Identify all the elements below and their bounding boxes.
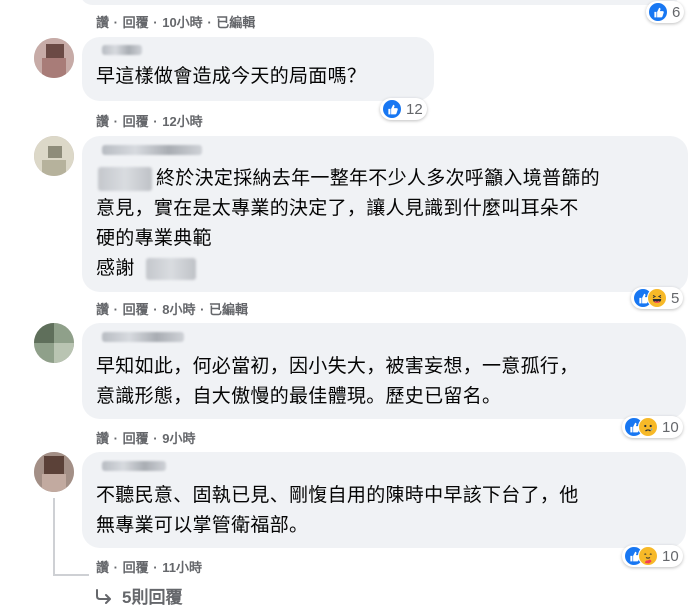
timestamp[interactable]: 10小時 bbox=[162, 15, 202, 30]
comment-text: 不聽民意、固執已見、剛愎自用的陳時中早該下台了，他 bbox=[96, 485, 579, 506]
avatar[interactable] bbox=[34, 136, 74, 176]
comment-text: 感謝 bbox=[96, 258, 135, 279]
comment-bubble-partial bbox=[80, 0, 680, 5]
reaction-summary[interactable]: 12 bbox=[380, 98, 427, 120]
comment-bubble: 不聽民意、固執已見、剛愎自用的陳時中早該下台了，他 無專業可以掌管衛福部。 bbox=[82, 452, 686, 548]
separator-dot: · bbox=[207, 15, 212, 30]
reaction-count: 5 bbox=[671, 289, 680, 307]
avatar[interactable] bbox=[34, 38, 74, 78]
timestamp[interactable]: 11小時 bbox=[162, 560, 202, 575]
reaction-summary[interactable]: 10 bbox=[622, 416, 683, 438]
comment-meta: 讚 · 回覆 · 12小時 bbox=[96, 111, 203, 130]
reply-action[interactable]: 回覆 bbox=[123, 431, 149, 446]
reply-action[interactable]: 回覆 bbox=[123, 15, 149, 30]
like-icon bbox=[382, 99, 402, 119]
like-action[interactable]: 讚 bbox=[96, 560, 109, 575]
timestamp[interactable]: 12小時 bbox=[162, 114, 202, 129]
separator-dot: · bbox=[200, 302, 205, 317]
comment-meta: 讚 · 回覆 · 10小時 · 已編輯 bbox=[96, 12, 255, 31]
comment-bubble: 早這樣做會造成今天的局面嗎？ bbox=[82, 37, 434, 101]
comment-meta: 讚 · 回覆 · 11小時 bbox=[96, 557, 202, 576]
comment-text: 意見，實在是太專業的決定了，讓人見識到什麼叫耳朵不 bbox=[96, 198, 579, 219]
replies-label: 5則回覆 bbox=[122, 588, 183, 607]
author-name[interactable] bbox=[102, 461, 166, 471]
author-name[interactable] bbox=[102, 45, 142, 55]
author-name[interactable] bbox=[102, 332, 184, 342]
separator-dot: · bbox=[113, 114, 118, 129]
comment-meta: 讚 · 回覆 · 8小時 · 已編輯 bbox=[96, 299, 248, 318]
edited-label[interactable]: 已編輯 bbox=[209, 302, 248, 317]
separator-dot: · bbox=[113, 431, 118, 446]
like-action[interactable]: 讚 bbox=[96, 302, 109, 317]
reaction-count: 10 bbox=[662, 418, 679, 436]
comment-text: 早知如此，何必當初，因小失大，被害妄想，一意孤行， bbox=[96, 356, 579, 377]
separator-dot: · bbox=[113, 302, 118, 317]
comment-text: 終於決定採納去年一整年不少人多次呼籲入境普篩的 bbox=[156, 168, 600, 189]
like-action[interactable]: 讚 bbox=[96, 114, 109, 129]
separator-dot: · bbox=[153, 431, 158, 446]
separator-dot: · bbox=[153, 114, 158, 129]
redacted-mention bbox=[98, 167, 152, 191]
separator-dot: · bbox=[113, 560, 118, 575]
edited-label[interactable]: 已編輯 bbox=[216, 15, 255, 30]
reply-action[interactable]: 回覆 bbox=[123, 114, 149, 129]
separator-dot: · bbox=[153, 560, 158, 575]
view-replies-link[interactable]: 5則回覆 bbox=[94, 583, 182, 608]
reaction-summary[interactable]: 10 bbox=[622, 545, 683, 567]
reaction-summary[interactable]: 5 bbox=[631, 287, 684, 309]
redacted-mention bbox=[146, 258, 196, 280]
reply-action[interactable]: 回覆 bbox=[123, 560, 149, 575]
separator-dot: · bbox=[153, 302, 158, 317]
reaction-count: 10 bbox=[662, 547, 679, 565]
avatar[interactable] bbox=[34, 323, 74, 363]
avatar[interactable] bbox=[34, 452, 74, 492]
reaction-count: 12 bbox=[406, 100, 423, 118]
author-name[interactable] bbox=[102, 145, 202, 155]
like-icon bbox=[648, 2, 668, 22]
comment-text: 硬的專業典範 bbox=[96, 228, 212, 249]
comment-text: 無專業可以掌管衛福部。 bbox=[96, 515, 309, 536]
separator-dot: · bbox=[113, 15, 118, 30]
comment-text: 意識形態，自大傲慢的最佳體現。歷史已留名。 bbox=[96, 386, 502, 407]
thread-line bbox=[53, 498, 55, 576]
like-action[interactable]: 讚 bbox=[96, 431, 109, 446]
haha-icon bbox=[647, 288, 667, 308]
comment-bubble: 終於決定採納去年一整年不少人多次呼籲入境普篩的 意見，實在是太專業的決定了，讓人… bbox=[82, 136, 688, 292]
thread-line-branch bbox=[53, 574, 89, 576]
reply-action[interactable]: 回覆 bbox=[123, 302, 149, 317]
reaction-summary[interactable]: 6 bbox=[646, 1, 685, 23]
sad-icon bbox=[638, 417, 658, 437]
comment-text: 早這樣做會造成今天的局面嗎？ bbox=[96, 66, 367, 87]
like-action[interactable]: 讚 bbox=[96, 15, 109, 30]
timestamp[interactable]: 9小時 bbox=[162, 431, 195, 446]
reply-arrow-icon bbox=[94, 588, 112, 604]
timestamp[interactable]: 8小時 bbox=[162, 302, 195, 317]
care-icon bbox=[638, 546, 658, 566]
separator-dot: · bbox=[153, 15, 158, 30]
comment-bubble: 早知如此，何必當初，因小失大，被害妄想，一意孤行， 意識形態，自大傲慢的最佳體現… bbox=[82, 323, 686, 419]
reaction-count: 6 bbox=[672, 3, 681, 21]
comment-meta: 讚 · 回覆 · 9小時 bbox=[96, 428, 195, 447]
